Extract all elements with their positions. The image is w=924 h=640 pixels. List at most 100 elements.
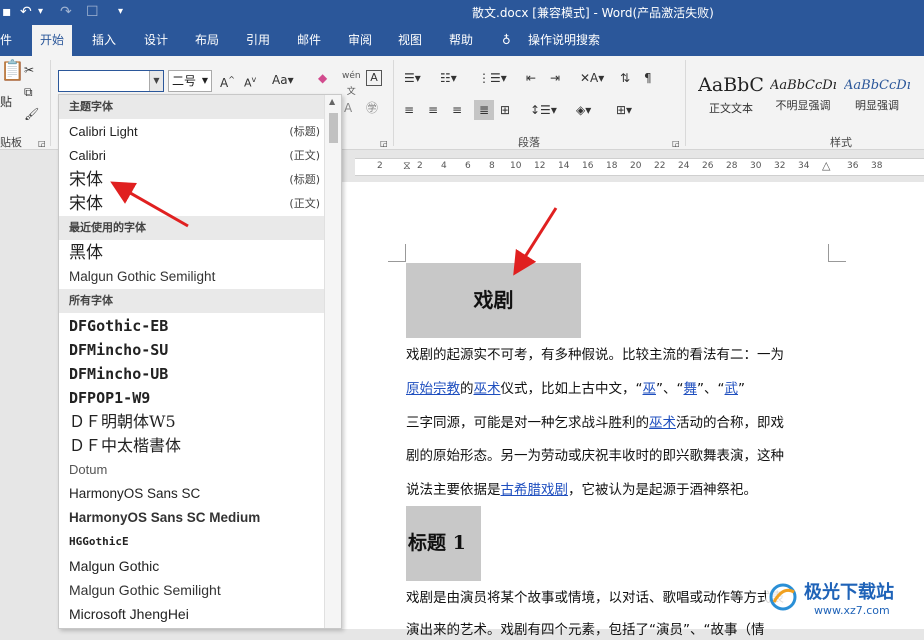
numbering-icon[interactable]: ☷▾ [440,70,457,86]
font-option-calibri[interactable]: Calibri (正文) [69,144,324,168]
dropdown-scrollbar[interactable]: ▲ [324,95,341,628]
text-run: 的 [460,381,474,397]
hyperlink[interactable]: 古希腊戏剧 [501,482,569,498]
style-intense-emphasis[interactable]: AaBbCcDı 明显强调 [844,64,910,120]
clipboard-launcher-icon[interactable]: ◲ [38,136,46,152]
sort-icon[interactable]: ⇅ [620,70,630,86]
paragraph-line[interactable]: 戏剧的起源实不可考，有多种假说。比较主流的看法有二：一为 [406,345,784,365]
justify-icon[interactable]: ≣ [474,100,494,120]
hyperlink[interactable]: 巫术 [649,415,676,431]
enclose-characters-icon[interactable]: ㊫ [366,100,378,116]
character-border-icon[interactable]: A [366,70,382,86]
tell-me-search[interactable]: 操作说明搜索 [528,25,600,56]
style-subtle-emphasis[interactable]: AaBbCcDı 不明显强调 [770,64,836,120]
paragraph-line[interactable]: 说法主要依据是古希腊戏剧，它被认为是起源于酒神祭祀。 [406,480,757,500]
font-option-malgun-gothic-semilight[interactable]: Malgun Gothic Semilight [69,578,324,602]
font-option-df-kaisho[interactable]: ＤＦ中太楷書体 [69,434,324,458]
bullets-icon[interactable]: ☰▾ [404,70,421,86]
paragraph-line[interactable]: 原始宗教的巫术仪式，比如上古中文，“巫”、“舞”、“武” [406,379,745,399]
undo-dropdown-icon[interactable]: ▾ [38,2,43,22]
touch-mode-icon[interactable]: ☐ [86,2,99,22]
font-option-malgun-semilight[interactable]: Malgun Gothic Semilight [69,265,324,289]
indent-marker-icon[interactable]: ⧖ [403,159,411,173]
scrollbar-thumb[interactable] [329,113,338,143]
tab-design[interactable]: 设计 [144,25,168,56]
character-shading-icon[interactable]: A [344,100,352,116]
font-option-dfpop1-w9[interactable]: DFPOP1-W9 [69,386,324,410]
font-option-dotum[interactable]: Dotum [69,458,324,482]
format-painter-icon[interactable]: 🖌 [24,106,39,122]
align-center-icon[interactable]: ≡ [428,102,438,118]
font-option-df-mincho-w5[interactable]: ＤＦ明朝体W5 [69,410,324,434]
line-spacing-icon[interactable]: ↕☰▾ [530,102,557,118]
scroll-up-icon[interactable]: ▲ [329,97,335,106]
document-title[interactable]: 戏剧 [406,263,581,338]
paragraph-line[interactable]: 剧的原始形态。另一为劳动或庆祝丰收时的即兴歌舞表演，这种 [406,446,784,466]
hyperlink[interactable]: 原始宗教 [406,381,460,397]
heading-1[interactable]: 标题 1 [406,506,481,581]
paragraph-line[interactable]: 三字同源，可能是对一种乞求战斗胜利的巫术活动的合称，即戏 [406,413,784,433]
font-option-harmonyos-sans-medium[interactable]: HarmonyOS Sans SC Medium [69,506,324,530]
font-name-box[interactable]: ▼ [58,70,164,92]
tab-help[interactable]: 帮助 [449,25,473,56]
font-option-harmonyos-sans[interactable]: HarmonyOS Sans SC [69,482,324,506]
chinese-layout-icon[interactable]: ✕A▾ [580,70,604,86]
font-dropdown-panel[interactable]: 主题字体 Calibri Light (标题) Calibri (正文) 宋体 (标题… [58,94,342,629]
font-option-heiti[interactable]: 黑体 [69,241,324,265]
decrease-indent-icon[interactable]: ⇤ [526,70,536,86]
tab-home[interactable]: 开始 [32,25,73,56]
save-icon[interactable]: ▪ [2,2,12,22]
customize-qat-icon[interactable]: ▾ [118,2,123,22]
phonetic-guide-icon[interactable]: wén 文 [342,68,361,100]
font-size-box[interactable]: 二号 ▼ [168,70,212,92]
font-option-dfmincho-su[interactable]: DFMincho-SU [69,338,324,362]
tab-insert[interactable]: 插入 [92,25,116,56]
shrink-font-icon[interactable]: Av [244,72,256,92]
paste-label[interactable]: 贴 [0,94,12,110]
font-option-calibri-light[interactable]: Calibri Light (标题) [69,120,324,144]
font-option-malgun-gothic[interactable]: Malgun Gothic [69,554,324,578]
show-marks-icon[interactable]: ¶ [644,70,652,86]
hyperlink[interactable]: 巫术 [474,381,501,397]
cut-icon[interactable]: ✂ [24,62,34,78]
tab-file[interactable]: 件 [0,25,12,56]
paragraph-line[interactable]: 戏剧是由演员将某个故事或情境，以对话、歌唱或动作等方式表 [406,588,784,608]
distributed-icon[interactable]: ⊞ [500,102,510,118]
multilevel-list-icon[interactable]: ⋮☰▾ [478,70,507,86]
undo-icon[interactable]: ↶ [20,2,32,22]
font-dropdown-arrow-icon[interactable]: ▼ [149,71,163,91]
horizontal-ruler[interactable]: 2 ⧖ 2 4 6 8 10 12 14 16 18 20 22 24 26 2… [355,158,924,176]
font-option-songti-heading[interactable]: 宋体 (标题) [69,168,324,192]
tab-view[interactable]: 视图 [398,25,422,56]
grow-font-icon[interactable]: A^ [220,72,235,91]
paragraph-line[interactable]: 演出来的艺术。戏剧有四个元素，包括了“演员”、“故事（情 [406,620,764,640]
font-option-tag: (标题) [289,125,320,138]
tab-review[interactable]: 审阅 [348,25,372,56]
margin-corner-mark [388,244,406,262]
font-size-dropdown-icon[interactable]: ▼ [202,71,208,91]
copy-icon[interactable]: ⧉ [24,84,33,100]
font-option-hggothice[interactable]: HGGothicE [69,530,324,554]
text-run: ”、“ [697,381,725,397]
tab-references[interactable]: 引用 [246,25,270,56]
paste-icon[interactable]: 📋 [0,60,25,80]
hyperlink[interactable]: 舞 [684,381,698,397]
redo-icon[interactable]: ↷ [60,2,72,22]
hyperlink[interactable]: 巫 [643,381,657,397]
font-option-dfgothic-eb[interactable]: DFGothic-EB [69,314,324,338]
hyperlink[interactable]: 武 [725,381,739,397]
right-indent-marker-icon[interactable]: △ [822,159,830,172]
tab-layout[interactable]: 布局 [195,25,219,56]
clear-formatting-icon[interactable]: ◆ [318,70,327,86]
align-left-icon[interactable]: ≡ [404,102,414,118]
font-option-songti-body[interactable]: 宋体 (正文) [69,192,324,216]
style-normal-text[interactable]: AaBbC 正文文本 [698,64,764,120]
borders-icon[interactable]: ⊞▾ [616,102,632,118]
font-option-microsoft-jhenghei[interactable]: Microsoft JhengHei [69,602,324,626]
increase-indent-icon[interactable]: ⇥ [550,70,560,86]
align-right-icon[interactable]: ≡ [452,102,462,118]
font-option-dfmincho-ub[interactable]: DFMincho-UB [69,362,324,386]
shading-icon[interactable]: ◈▾ [576,102,591,118]
change-case-icon[interactable]: Aa▾ [272,72,294,88]
tab-mailings[interactable]: 邮件 [297,25,321,56]
